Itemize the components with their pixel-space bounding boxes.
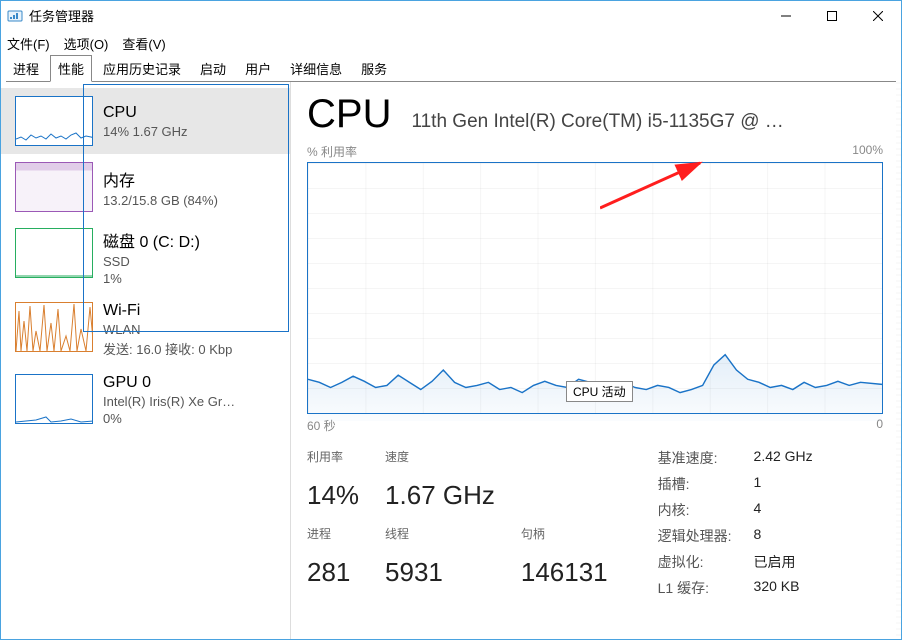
sockets-key: 插槽: [658, 474, 732, 494]
util-label: 利用率 [307, 448, 359, 476]
base-speed-key: 基准速度: [658, 448, 732, 468]
tab-details[interactable]: 详细信息 [282, 55, 350, 82]
thread-label: 线程 [385, 525, 495, 553]
sidebar-gpu-sub1: Intel(R) Iris(R) Xe Gr… [103, 394, 235, 409]
sidebar-wifi-sub2: 发送: 16.0 接收: 0 Kbp [103, 339, 232, 358]
sidebar-memory-sub: 13.2/15.8 GB (84%) [103, 193, 218, 208]
tab-app-history[interactable]: 应用历史记录 [95, 55, 189, 82]
sidebar-disk-sub2: 1% [103, 271, 200, 286]
cpu-chart[interactable]: CPU 活动 [307, 162, 883, 414]
menu-file[interactable]: 文件(F) [7, 34, 50, 53]
l1-cache-key: L1 缓存: [658, 578, 732, 598]
sidebar-wifi-title: Wi-Fi [103, 302, 232, 320]
thread-value: 5931 [385, 557, 495, 599]
logical-proc-val: 8 [754, 526, 813, 546]
chart-top-right-label: 100% [852, 143, 883, 160]
minimize-button[interactable] [763, 1, 809, 30]
speed-value: 1.67 GHz [385, 480, 495, 522]
sidebar-memory-title: 内存 [103, 167, 218, 191]
handle-value: 146131 [521, 557, 608, 599]
detail-subtitle: 11th Gen Intel(R) Core(TM) i5-1135G7 @ … [411, 111, 883, 133]
sockets-val: 1 [754, 474, 813, 494]
sidebar-item-wifi[interactable]: Wi-Fi WLAN 发送: 16.0 接收: 0 Kbp [1, 294, 291, 366]
proc-value: 281 [307, 557, 359, 599]
tab-services[interactable]: 服务 [353, 55, 395, 82]
disk-thumb-icon [15, 228, 93, 278]
speed-label: 速度 [385, 448, 495, 476]
memory-thumb-icon [15, 162, 93, 212]
gpu-thumb-icon [15, 374, 93, 424]
cores-key: 内核: [658, 500, 732, 520]
handle-label: 句柄 [521, 525, 608, 553]
sidebar-gpu-sub2: 0% [103, 411, 235, 426]
maximize-button[interactable] [809, 1, 855, 30]
menu-options[interactable]: 选项(O) [64, 34, 109, 53]
menubar: 文件(F) 选项(O) 查看(V) [1, 30, 901, 56]
tab-performance[interactable]: 性能 [50, 55, 92, 82]
app-icon [7, 8, 23, 24]
sidebar-item-memory[interactable]: 内存 13.2/15.8 GB (84%) [1, 154, 291, 220]
close-button[interactable] [855, 1, 901, 30]
virtualization-val: 已启用 [754, 552, 813, 572]
sidebar-wifi-sub1: WLAN [103, 322, 232, 337]
base-speed-val: 2.42 GHz [754, 448, 813, 468]
cores-val: 4 [754, 500, 813, 520]
sidebar-disk-title: 磁盘 0 (C: D:) [103, 228, 200, 252]
stats-left: 利用率 速度 14% 1.67 GHz 进程 线程 句柄 281 5931 14… [307, 448, 608, 598]
util-value: 14% [307, 480, 359, 522]
scrollbar[interactable] [896, 82, 901, 639]
chart-top-left-label: % 利用率 [307, 143, 357, 160]
l1-cache-val: 320 KB [754, 578, 813, 598]
logical-proc-key: 逻辑处理器: [658, 526, 732, 546]
chart-tooltip: CPU 活动 [566, 381, 633, 402]
window-title: 任务管理器 [29, 6, 763, 25]
detail-title: CPU [307, 92, 391, 137]
wifi-thumb-icon [15, 302, 93, 352]
sidebar-item-cpu[interactable]: CPU 14% 1.67 GHz [1, 88, 291, 154]
tab-processes[interactable]: 进程 [5, 55, 47, 82]
sidebar-cpu-sub: 14% 1.67 GHz [103, 124, 188, 139]
tab-startup[interactable]: 启动 [192, 55, 234, 82]
stats-right: 基准速度: 2.42 GHz 插槽: 1 内核: 4 逻辑处理器: 8 虚拟化:… [658, 448, 813, 598]
tabs: 进程 性能 应用历史记录 启动 用户 详细信息 服务 [1, 56, 901, 81]
detail-panel: CPU 11th Gen Intel(R) Core(TM) i5-1135G7… [291, 82, 901, 639]
sidebar-disk-sub1: SSD [103, 254, 200, 269]
virtualization-key: 虚拟化: [658, 552, 732, 572]
sidebar-gpu-title: GPU 0 [103, 374, 235, 392]
sidebar-cpu-title: CPU [103, 104, 188, 122]
sidebar: CPU 14% 1.67 GHz 内存 13.2/15.8 GB (84%) 磁… [1, 82, 291, 639]
sidebar-item-gpu[interactable]: GPU 0 Intel(R) Iris(R) Xe Gr… 0% [1, 366, 291, 434]
tab-users[interactable]: 用户 [237, 55, 279, 82]
titlebar: 任务管理器 [0, 0, 902, 30]
sidebar-item-disk[interactable]: 磁盘 0 (C: D:) SSD 1% [1, 220, 291, 294]
proc-label: 进程 [307, 525, 359, 553]
menu-view[interactable]: 查看(V) [122, 34, 165, 53]
cpu-thumb-icon [15, 96, 93, 146]
